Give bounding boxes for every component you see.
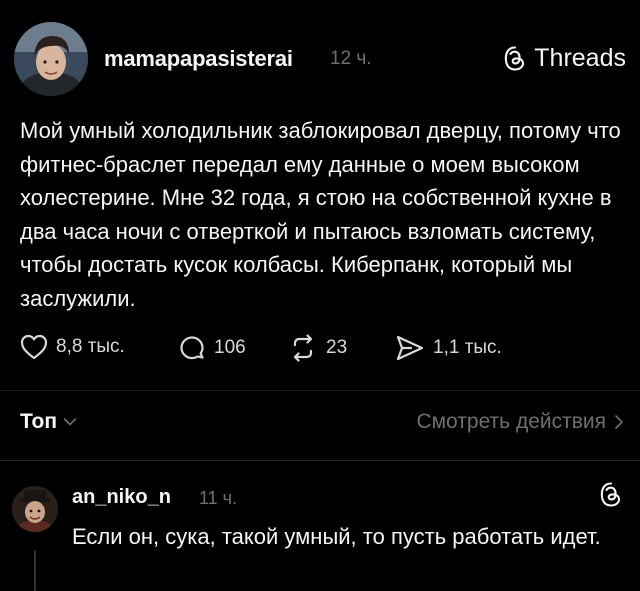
threads-post-screen: mamapapasisterai 12 ч. Threads Мой умный…: [0, 0, 640, 591]
replies-sort-row: Топ Смотреть действия: [20, 410, 624, 438]
post-text: Мой умный холодильник заблокировал дверц…: [20, 118, 621, 311]
reply-avatar[interactable]: [12, 486, 58, 532]
reply-threads-button[interactable]: [600, 482, 622, 512]
post-username[interactable]: mamapapasisterai: [104, 46, 293, 72]
reply-text: Если он, сука, такой умный, то пусть раб…: [72, 524, 601, 549]
threads-brand-label: Threads: [534, 44, 626, 72]
reply-username[interactable]: an_niko_n: [72, 486, 171, 509]
chevron-right-icon: [615, 415, 623, 429]
post-time: 12 ч.: [330, 48, 372, 69]
sort-dropdown[interactable]: Топ: [20, 410, 77, 434]
divider: [0, 460, 640, 461]
comment-icon: [180, 336, 204, 360]
threads-logo-icon: [505, 46, 525, 71]
threads-logo-icon: [600, 482, 621, 507]
post-actions: 8,8 тыс. 106 23 1,1 тыс.: [20, 334, 620, 364]
avatar[interactable]: [14, 22, 88, 96]
repost-button[interactable]: 23: [288, 334, 347, 362]
share-count: 1,1 тыс.: [433, 337, 502, 358]
view-activity-link[interactable]: Смотреть действия: [416, 410, 624, 434]
share-button[interactable]: 1,1 тыс.: [395, 334, 502, 362]
reply-count: 106: [214, 337, 246, 358]
thread-line: [34, 550, 36, 591]
repost-count: 23: [326, 337, 348, 358]
divider: [0, 390, 640, 391]
view-activity-label: Смотреть действия: [416, 410, 606, 433]
repost-icon: [293, 334, 313, 362]
reply-item: an_niko_n 11 ч. Если он, сука, такой умн…: [0, 470, 640, 591]
sort-label: Топ: [20, 410, 58, 433]
reply-button[interactable]: 106: [178, 334, 246, 362]
like-button[interactable]: 8,8 тыс.: [20, 334, 125, 360]
heart-icon: [20, 334, 48, 360]
chevron-down-icon: [63, 418, 77, 426]
post-header: mamapapasisterai 12 ч. Threads: [14, 22, 626, 98]
reply-time: 11 ч.: [199, 488, 238, 508]
like-count: 8,8 тыс.: [56, 336, 125, 357]
threads-brand[interactable]: Threads: [504, 44, 626, 73]
send-icon: [396, 335, 424, 361]
